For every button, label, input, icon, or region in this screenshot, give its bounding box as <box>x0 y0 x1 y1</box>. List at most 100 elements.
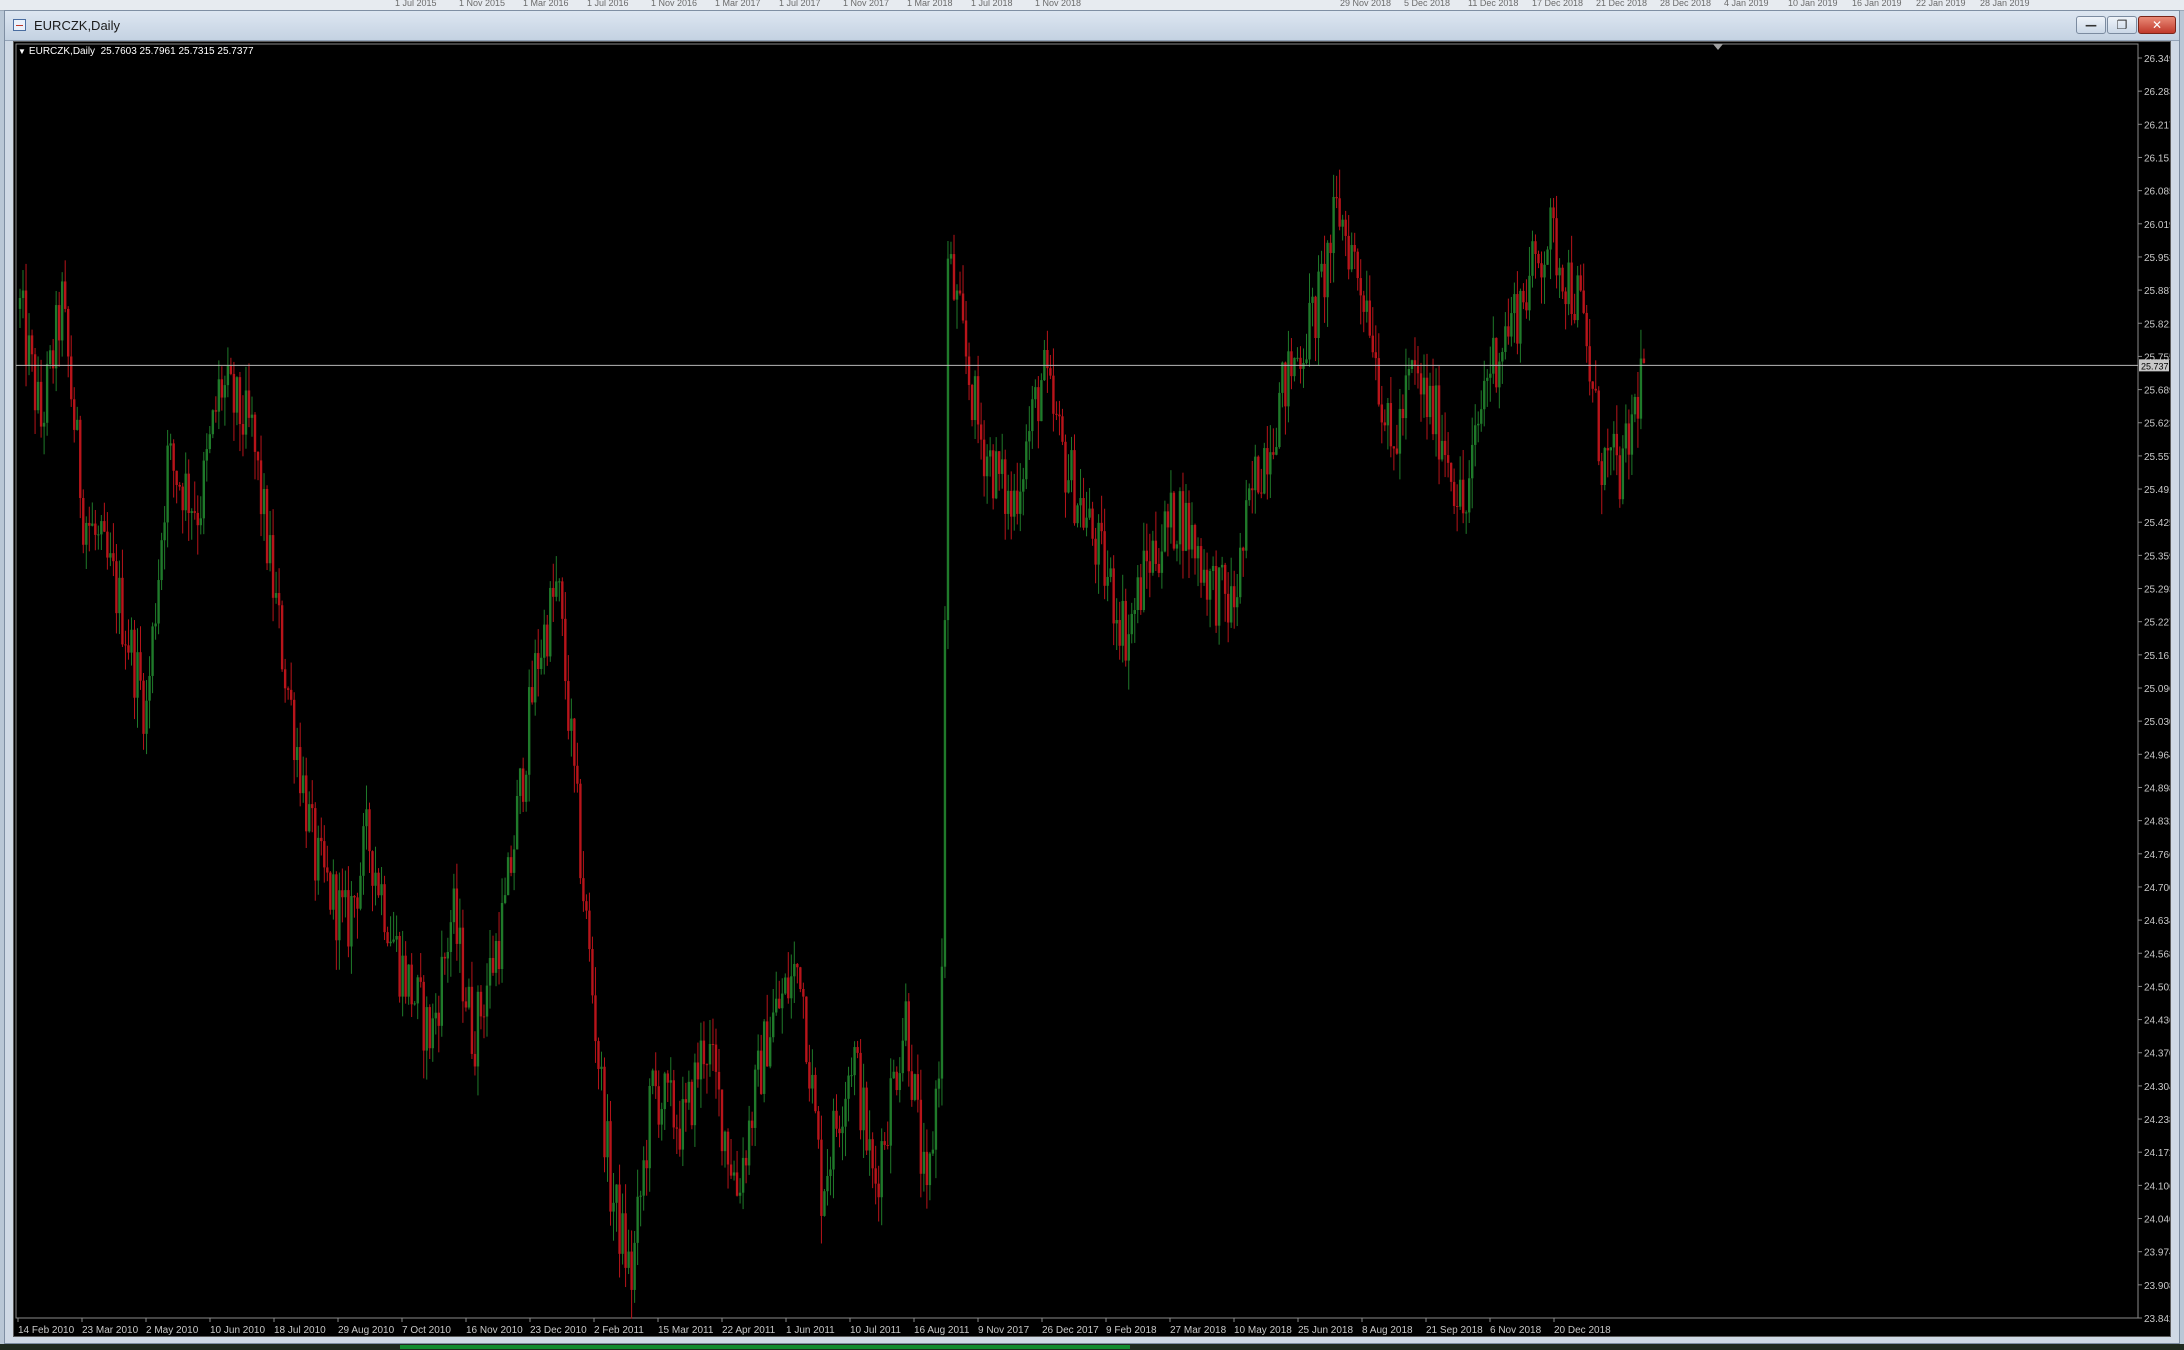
candlestick <box>1600 452 1603 515</box>
candle-body <box>1175 544 1179 549</box>
candlestick <box>823 1189 826 1217</box>
candlestick <box>323 825 326 883</box>
candle-body <box>621 1213 624 1254</box>
candlestick <box>784 973 787 996</box>
x-axis-tick-label: 10 Jul 2011 <box>850 1325 901 1336</box>
candlestick-chart-svg[interactable]: 26.3490 26.2830 26.2170 26.1510 26.0850 26.01… <box>14 42 2170 1336</box>
candle-body <box>91 523 94 526</box>
chart-window[interactable]: EURCZK,Daily — ❐ ✕ 26.3490 26.2830 26.2170… <box>4 10 2180 1344</box>
candle-body <box>241 423 245 435</box>
candlestick <box>235 376 239 426</box>
candle-body <box>931 1149 935 1154</box>
candlestick <box>796 963 799 984</box>
candle-body <box>1166 511 1170 528</box>
candle-body <box>1636 396 1640 419</box>
candlestick <box>1428 372 1432 425</box>
candle-body <box>1564 291 1567 305</box>
candlestick <box>214 396 218 423</box>
candlestick <box>741 1137 745 1210</box>
candlestick <box>1133 597 1136 643</box>
candlestick <box>1287 330 1290 423</box>
candle-body <box>1543 264 1546 278</box>
candle-body <box>1139 577 1142 611</box>
candle-body <box>726 1131 730 1165</box>
candlestick <box>753 1064 757 1147</box>
candlestick <box>39 359 43 438</box>
candle-body <box>1097 522 1100 565</box>
collapse-arrow-icon[interactable]: ▼ <box>18 47 26 56</box>
candle-body <box>413 1003 416 1005</box>
candle-body <box>136 652 139 698</box>
candle-body <box>1389 403 1393 447</box>
candle-body <box>1446 455 1450 463</box>
candlestick <box>1154 511 1158 571</box>
candlestick <box>1148 533 1152 598</box>
background-axis-label: 28 Jan 2019 <box>1980 0 2030 8</box>
candlestick <box>1178 487 1182 565</box>
candlestick <box>1305 333 1308 365</box>
candlestick <box>1242 546 1245 577</box>
candle-body <box>247 390 251 418</box>
candle-body <box>184 473 187 511</box>
candle-body <box>286 688 290 690</box>
candle-body <box>277 593 281 606</box>
candlestick <box>558 578 561 602</box>
candlestick <box>1422 354 1426 418</box>
candle-body <box>36 381 40 411</box>
candle-body <box>940 966 944 1079</box>
candle-body <box>988 450 992 457</box>
candlestick <box>663 1071 666 1130</box>
candlestick <box>1615 405 1619 476</box>
candlestick <box>1492 316 1495 384</box>
candle-body <box>660 1109 663 1125</box>
candlestick <box>470 961 474 1059</box>
candlestick <box>1097 514 1100 594</box>
candlestick <box>931 1131 935 1157</box>
candlestick <box>1507 298 1510 345</box>
candle-body <box>1178 491 1182 545</box>
candle-body <box>289 689 293 700</box>
candlestick <box>1579 264 1582 292</box>
candle-body <box>1109 568 1112 577</box>
candlestick <box>416 974 419 1020</box>
restore-button[interactable]: ❐ <box>2107 16 2137 34</box>
candlestick <box>1266 426 1269 500</box>
candlestick <box>913 1073 917 1102</box>
candlestick <box>1543 251 1546 304</box>
candle-body <box>1229 586 1233 623</box>
candlestick <box>1455 484 1459 532</box>
price-chart[interactable]: 26.3490 26.2830 26.2170 26.1510 26.0850 26.01… <box>13 41 2171 1337</box>
close-button[interactable]: ✕ <box>2138 16 2176 34</box>
candle-body <box>274 593 278 598</box>
title-bar[interactable]: EURCZK,Daily — ❐ ✕ <box>5 11 2179 41</box>
candlestick <box>585 894 588 920</box>
candlestick <box>473 1031 477 1076</box>
candlestick <box>1311 287 1314 327</box>
candle-body <box>880 1141 883 1198</box>
x-axis-tick-label: 16 Aug 2011 <box>914 1325 970 1336</box>
candlestick <box>88 506 91 552</box>
candle-body <box>1163 511 1167 552</box>
candle-body <box>94 523 97 535</box>
candle-body <box>398 935 401 997</box>
candlestick <box>512 835 516 891</box>
candle-body <box>63 281 67 309</box>
candlestick <box>1124 588 1127 667</box>
candlestick <box>883 1132 886 1150</box>
candlestick <box>85 516 88 569</box>
candle-body <box>1208 571 1212 600</box>
y-axis-tick-label: 25.0305 <box>2144 717 2170 728</box>
candlestick <box>94 510 97 551</box>
candle-body <box>1290 351 1293 377</box>
y-axis-tick-label: 24.4365 <box>2144 1016 2170 1027</box>
candle-body <box>1513 294 1516 314</box>
candlestick <box>521 757 525 813</box>
minimize-button[interactable]: — <box>2076 16 2106 34</box>
y-axis-tick-label: 24.6345 <box>2144 916 2170 927</box>
candle-body <box>467 986 471 1008</box>
candle-body <box>618 1184 621 1254</box>
x-axis-tick-label: 16 Nov 2010 <box>466 1325 523 1336</box>
candle-body <box>991 450 995 499</box>
candlestick <box>1142 522 1146 613</box>
candle-body <box>1311 296 1314 303</box>
